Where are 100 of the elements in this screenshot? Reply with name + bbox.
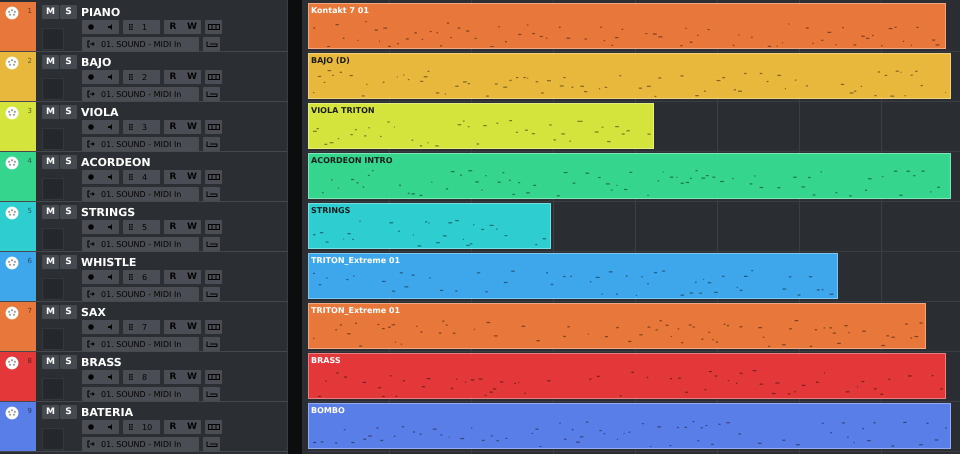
mute-button[interactable]: M xyxy=(42,105,59,119)
midi-channel-field[interactable]: 1 xyxy=(123,20,160,34)
speaker-icon xyxy=(106,423,114,431)
editor-button[interactable] xyxy=(203,87,220,101)
midi-clip[interactable]: Kontakt 7 01 xyxy=(308,3,946,49)
midi-clip[interactable]: BAJO (D) xyxy=(308,53,951,99)
input-routing-field[interactable]: 01. SOUND - MIDI In xyxy=(82,187,199,201)
midi-clip[interactable]: BRASS xyxy=(308,353,946,399)
midi-plug-icon xyxy=(5,306,19,320)
clip-title: BRASS xyxy=(311,356,341,365)
track-name: VIOLA xyxy=(81,106,118,118)
panel-splitter[interactable] xyxy=(287,0,302,454)
clip-title: BAJO (D) xyxy=(311,56,350,65)
midi-plug-icon xyxy=(5,406,19,420)
input-routing-field[interactable]: 01. SOUND - MIDI In xyxy=(82,237,199,251)
lanes-button[interactable] xyxy=(205,320,222,334)
midi-channel-field[interactable]: 8 xyxy=(123,370,160,384)
lanes-icon xyxy=(208,24,220,30)
mute-button[interactable]: M xyxy=(42,305,59,319)
clip-title: BOMBO xyxy=(311,406,345,415)
solo-button[interactable]: S xyxy=(60,5,77,19)
editor-button[interactable] xyxy=(203,37,220,51)
lanes-button[interactable] xyxy=(205,370,222,384)
editor-button[interactable] xyxy=(203,337,220,351)
lanes-icon xyxy=(208,424,220,430)
midi-clip[interactable]: TRITON_Extreme 01 xyxy=(308,303,926,349)
solo-button[interactable]: S xyxy=(60,405,77,419)
editor-icon xyxy=(206,441,218,447)
midi-clip[interactable]: VIOLA TRITON xyxy=(308,103,654,149)
record-icon xyxy=(87,173,95,181)
editor-icon xyxy=(206,291,218,297)
input-routing-field[interactable]: 01. SOUND - MIDI In xyxy=(82,137,199,151)
track-name: BAJO xyxy=(81,56,112,68)
midi-clip[interactable]: ACORDEON INTRO xyxy=(308,153,951,199)
record-icon xyxy=(87,73,95,81)
input-routing-field[interactable]: 01. SOUND - MIDI In xyxy=(82,37,199,51)
editor-button[interactable] xyxy=(203,137,220,151)
midi-clip[interactable]: BOMBO xyxy=(308,403,951,449)
lanes-button[interactable] xyxy=(205,420,222,434)
editor-button[interactable] xyxy=(203,237,220,251)
solo-button[interactable]: S xyxy=(60,255,77,269)
midi-channel-field[interactable]: 4 xyxy=(123,170,160,184)
input-routing-field[interactable]: 01. SOUND - MIDI In xyxy=(82,337,199,351)
midi-channel-field[interactable]: 2 xyxy=(123,70,160,84)
midi-channel-field[interactable]: 6 xyxy=(123,270,160,284)
editor-icon xyxy=(206,391,218,397)
record-icon xyxy=(87,223,95,231)
input-routing-field[interactable]: 01. SOUND - MIDI In xyxy=(82,287,199,301)
solo-button[interactable]: S xyxy=(60,355,77,369)
solo-button[interactable]: S xyxy=(60,105,77,119)
editor-icon xyxy=(206,241,218,247)
editor-button[interactable] xyxy=(203,187,220,201)
editor-icon xyxy=(206,341,218,347)
midi-plug-icon xyxy=(5,256,19,270)
track-name: WHISTLE xyxy=(81,256,136,268)
midi-channel-field[interactable]: 7 xyxy=(123,320,160,334)
mute-button[interactable]: M xyxy=(42,205,59,219)
speaker-icon xyxy=(106,273,114,281)
input-routing-field[interactable]: 01. SOUND - MIDI In xyxy=(82,387,199,401)
mute-button[interactable]: M xyxy=(42,355,59,369)
editor-button[interactable] xyxy=(203,287,220,301)
input-arrow-icon xyxy=(87,440,95,448)
speaker-icon xyxy=(106,373,114,381)
lanes-button[interactable] xyxy=(205,70,222,84)
clip-title: STRINGS xyxy=(311,206,350,215)
editor-button[interactable] xyxy=(203,387,220,401)
lanes-icon xyxy=(208,274,220,280)
midi-clip[interactable]: STRINGS xyxy=(308,203,552,249)
solo-button[interactable]: S xyxy=(60,305,77,319)
clip-title: TRITON_Extreme 01 xyxy=(311,306,400,315)
midi-plug-icon xyxy=(5,156,19,170)
solo-button[interactable]: S xyxy=(60,205,77,219)
mute-button[interactable]: M xyxy=(42,55,59,69)
speaker-icon xyxy=(106,73,114,81)
mute-button[interactable]: M xyxy=(42,155,59,169)
mute-button[interactable]: M xyxy=(42,255,59,269)
midi-channel-field[interactable]: 10 xyxy=(123,420,160,434)
solo-button[interactable]: S xyxy=(60,155,77,169)
midi-channel-field[interactable]: 5 xyxy=(123,220,160,234)
midi-plug-icon xyxy=(5,356,19,370)
midi-clip[interactable]: TRITON_Extreme 01 xyxy=(308,253,838,299)
lanes-button[interactable] xyxy=(205,170,222,184)
speaker-icon xyxy=(106,223,114,231)
lanes-button[interactable] xyxy=(205,220,222,234)
lanes-button[interactable] xyxy=(205,270,222,284)
midi-channel-field[interactable]: 3 xyxy=(123,120,160,134)
mute-button[interactable]: M xyxy=(42,5,59,19)
input-arrow-icon xyxy=(87,340,95,348)
lanes-icon xyxy=(208,74,220,80)
lanes-button[interactable] xyxy=(205,20,222,34)
solo-button[interactable]: S xyxy=(60,55,77,69)
track-name: BRASS xyxy=(81,356,122,368)
lanes-button[interactable] xyxy=(205,120,222,134)
input-routing-field[interactable]: 01. SOUND - MIDI In xyxy=(82,437,199,451)
record-icon xyxy=(87,323,95,331)
input-routing-field[interactable]: 01. SOUND - MIDI In xyxy=(82,87,199,101)
mute-button[interactable]: M xyxy=(42,405,59,419)
speaker-icon xyxy=(106,173,114,181)
editor-button[interactable] xyxy=(203,437,220,451)
input-arrow-icon xyxy=(87,290,95,298)
